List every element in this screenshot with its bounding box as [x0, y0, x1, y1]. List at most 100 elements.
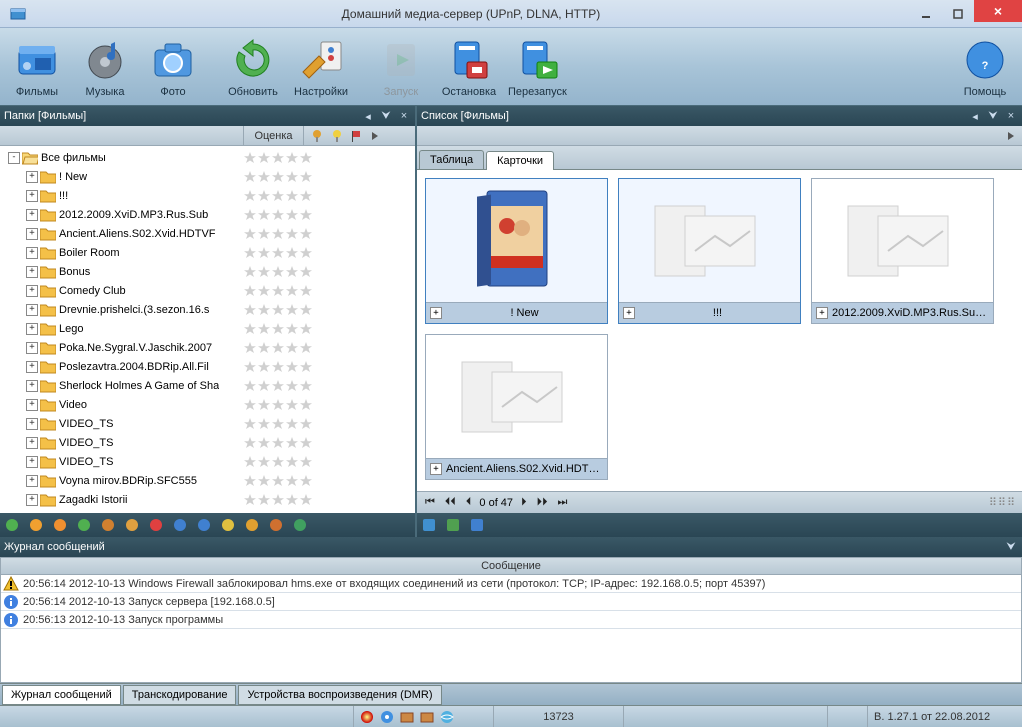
- folder-tree[interactable]: -Все фильмы+! New+!!!+2012.2009.XviD.MP3…: [0, 146, 415, 513]
- tree-item[interactable]: +! New: [2, 167, 413, 186]
- rating-stars[interactable]: [243, 455, 413, 469]
- card-item[interactable]: +!!!: [618, 178, 801, 324]
- expand-icon[interactable]: +: [26, 171, 38, 183]
- tab-table[interactable]: Таблица: [419, 150, 484, 169]
- close-button[interactable]: ×: [974, 0, 1022, 22]
- tree-col-rating[interactable]: Оценка: [244, 126, 304, 145]
- pager-first-icon[interactable]: ⏮: [423, 496, 437, 509]
- stop-button[interactable]: Остановка: [436, 31, 502, 103]
- refresh-button[interactable]: Обновить: [220, 31, 286, 103]
- tree-item[interactable]: +Zagadki Istorii: [2, 490, 413, 509]
- tree-item[interactable]: +Sherlock Holmes A Game of Sha: [2, 376, 413, 395]
- pager-last-icon[interactable]: ⏭: [556, 496, 570, 509]
- rating-stars[interactable]: [243, 189, 413, 203]
- expand-icon[interactable]: +: [26, 228, 38, 240]
- films-button[interactable]: Фильмы: [4, 31, 70, 103]
- expand-icon[interactable]: +: [26, 361, 38, 373]
- flag-icon[interactable]: [350, 129, 364, 143]
- pin-icon[interactable]: [220, 517, 236, 533]
- save-icon[interactable]: [469, 517, 485, 533]
- columns-icon[interactable]: [421, 517, 437, 533]
- expand-icon[interactable]: +: [623, 307, 635, 319]
- expand-icon[interactable]: +: [430, 463, 442, 475]
- pager-prev-icon[interactable]: ⏴: [464, 496, 474, 509]
- tree-item[interactable]: +!!!: [2, 186, 413, 205]
- settings-icon[interactable]: [76, 517, 92, 533]
- leaf-icon[interactable]: [268, 517, 284, 533]
- music-button[interactable]: Музыка: [72, 31, 138, 103]
- expand-icon[interactable]: +: [26, 380, 38, 392]
- log-row[interactable]: 20:56:14 2012-10-13 Windows Firewall заб…: [1, 575, 1021, 593]
- restart-button[interactable]: Перезапуск: [504, 31, 571, 103]
- log-column-header[interactable]: Сообщение: [0, 557, 1022, 575]
- tree-item[interactable]: +Boiler Room: [2, 243, 413, 262]
- expand-icon[interactable]: +: [26, 285, 38, 297]
- chevron-right-icon[interactable]: [370, 131, 380, 141]
- expand-icon[interactable]: +: [26, 475, 38, 487]
- tree-item[interactable]: +Comedy Club: [2, 281, 413, 300]
- rating-stars[interactable]: [243, 493, 413, 507]
- bottom-tab-transcode[interactable]: Транскодирование: [123, 685, 237, 705]
- folder-out-icon[interactable]: [124, 517, 140, 533]
- card-item[interactable]: +2012.2009.XviD.MP3.Rus.Sub.BD: [811, 178, 994, 324]
- rating-stars[interactable]: [243, 303, 413, 317]
- expand-icon[interactable]: +: [26, 247, 38, 259]
- bottom-tab-dmr[interactable]: Устройства воспроизведения (DMR): [238, 685, 441, 705]
- log-body[interactable]: 20:56:14 2012-10-13 Windows Firewall заб…: [0, 575, 1022, 683]
- rating-stars[interactable]: [243, 151, 413, 165]
- tree-item[interactable]: +VIDEO_TS: [2, 414, 413, 433]
- rating-stars[interactable]: [243, 284, 413, 298]
- expand-icon[interactable]: +: [26, 209, 38, 221]
- rating-stars[interactable]: [243, 170, 413, 184]
- rating-stars[interactable]: [243, 246, 413, 260]
- rating-stars[interactable]: [243, 341, 413, 355]
- expand-icon[interactable]: +: [816, 307, 828, 319]
- expand-icon[interactable]: +: [26, 304, 38, 316]
- photo-button[interactable]: Фото: [140, 31, 206, 103]
- rating-stars[interactable]: [243, 265, 413, 279]
- tree-col-name[interactable]: [0, 126, 244, 145]
- panel-pin-icon[interactable]: ⮟: [1004, 540, 1018, 554]
- pager-prevpage-icon[interactable]: ⏴⏴: [443, 496, 458, 509]
- start-button[interactable]: Запуск: [368, 31, 434, 103]
- expand-icon[interactable]: -: [8, 152, 20, 164]
- tree-item[interactable]: +Poslezavtra.2004.BDRip.All.Fil: [2, 357, 413, 376]
- sort-icon[interactable]: [445, 517, 461, 533]
- expand-icon[interactable]: +: [26, 494, 38, 506]
- tree-item[interactable]: +Voyna mirov.BDRip.SFC555: [2, 471, 413, 490]
- lifebuoy-icon[interactable]: [148, 517, 164, 533]
- rating-stars[interactable]: [243, 227, 413, 241]
- rating-stars[interactable]: [243, 436, 413, 450]
- panel-pin-icon[interactable]: ⮟: [379, 109, 393, 123]
- panel-pin-icon[interactable]: ⮟: [986, 109, 1000, 123]
- rating-stars[interactable]: [243, 398, 413, 412]
- rating-stars[interactable]: [243, 322, 413, 336]
- pager-next-icon[interactable]: ⏵: [519, 496, 529, 509]
- sun-icon[interactable]: [28, 517, 44, 533]
- rating-stars[interactable]: [243, 208, 413, 222]
- pager-nextpage-icon[interactable]: ⏵⏵: [535, 496, 550, 509]
- tree-item[interactable]: +Drevnie.prishelci.(3.sezon.16.s: [2, 300, 413, 319]
- cards-view[interactable]: +! New+!!!+2012.2009.XviD.MP3.Rus.Sub.BD…: [417, 170, 1022, 491]
- bottom-tab-log[interactable]: Журнал сообщений: [2, 685, 121, 705]
- log-row[interactable]: 20:56:13 2012-10-13 Запуск программы: [1, 611, 1021, 629]
- rating-stars[interactable]: [243, 474, 413, 488]
- log-row[interactable]: 20:56:14 2012-10-13 Запуск сервера [192.…: [1, 593, 1021, 611]
- tab-cards[interactable]: Карточки: [486, 151, 554, 170]
- settings-button[interactable]: Настройки: [288, 31, 354, 103]
- maximize-button[interactable]: [942, 3, 974, 25]
- expand-icon[interactable]: +: [26, 456, 38, 468]
- expand-icon[interactable]: +: [26, 266, 38, 278]
- cloud-icon[interactable]: [52, 517, 68, 533]
- expand-icon[interactable]: +: [430, 307, 442, 319]
- expand-icon[interactable]: +: [26, 342, 38, 354]
- tree-item[interactable]: +VIDEO_TS: [2, 433, 413, 452]
- refresh-icon[interactable]: [4, 517, 20, 533]
- tree-item[interactable]: +Lego: [2, 319, 413, 338]
- card-item[interactable]: +Ancient.Aliens.S02.Xvid.HDTVRip: [425, 334, 608, 480]
- expand-icon[interactable]: +: [26, 323, 38, 335]
- db-icon[interactable]: [100, 517, 116, 533]
- key-icon[interactable]: [244, 517, 260, 533]
- minimize-button[interactable]: [910, 3, 942, 25]
- expand-icon[interactable]: +: [26, 437, 38, 449]
